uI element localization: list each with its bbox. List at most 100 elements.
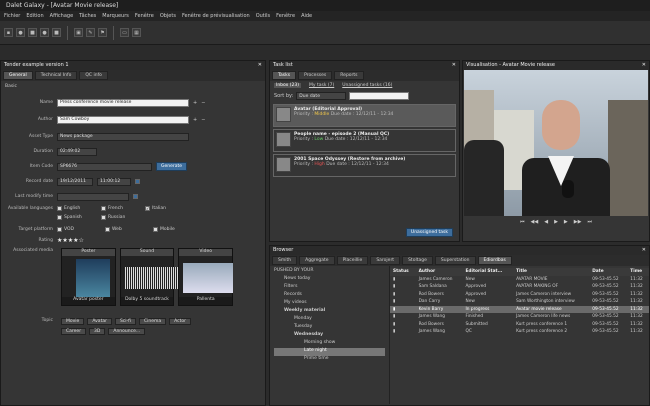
play-icon[interactable]: ▶ xyxy=(554,219,558,225)
tab-qc-info[interactable]: QC info xyxy=(79,71,108,80)
record-date-field[interactable]: 19/12/2011 xyxy=(57,177,93,186)
topic-chip[interactable]: Cinema xyxy=(138,318,167,325)
unassign-task-button[interactable]: Unassigned task xyxy=(405,228,453,237)
tab-reports[interactable]: Reports xyxy=(334,71,364,80)
topic-chip[interactable]: Career xyxy=(61,328,87,335)
rewind-icon[interactable]: ◀◀ xyxy=(531,219,539,225)
platform-web-radio[interactable]: Web xyxy=(105,227,149,232)
grid-icon[interactable]: ▦ xyxy=(132,28,141,37)
tab-processes[interactable]: Processes xyxy=(298,71,333,80)
tab-technical-info[interactable]: Technical Info xyxy=(34,71,78,80)
task-item[interactable]: People name - episode 2 (Manual QC) Prior… xyxy=(273,129,456,152)
stop-icon[interactable]: ■ xyxy=(52,28,61,37)
topic-chip[interactable]: Actor xyxy=(169,318,191,325)
task-item[interactable]: Avatar (Editorial Approval) Priority : Mi… xyxy=(273,104,456,127)
calendar-icon[interactable] xyxy=(133,194,138,199)
menu-item[interactable]: Fenêtre xyxy=(276,13,295,19)
platform-mobile-radio[interactable]: Mobile xyxy=(153,227,197,232)
tab-general[interactable]: General xyxy=(3,71,33,80)
menu-item[interactable]: Marqueurs xyxy=(102,13,129,19)
close-icon[interactable]: ✕ xyxy=(452,62,456,69)
menu-item[interactable]: Affichage xyxy=(50,13,74,19)
tree-item[interactable]: Weekly material xyxy=(274,308,385,316)
tab-browser-6[interactable]: Superstation xyxy=(434,256,476,265)
tree-item[interactable]: My videos xyxy=(274,300,385,308)
media-poster[interactable]: Poster Avatar poster xyxy=(61,248,116,306)
section-basic[interactable]: Basic xyxy=(1,81,265,93)
asset-type-select[interactable]: News package xyxy=(57,132,189,141)
minus-icon[interactable]: − xyxy=(201,117,205,123)
duration-field[interactable]: 02:49:02 xyxy=(57,147,97,156)
fast-forward-icon[interactable]: ▶▶ xyxy=(574,219,582,225)
capture-icon[interactable]: ▣ xyxy=(74,28,83,37)
plus-icon[interactable]: + xyxy=(193,117,197,123)
tab-browser-1[interactable]: Smith xyxy=(272,256,298,265)
table-row[interactable]: ▮ James Cameron New AVATAR MOVIE 09-53-45.52… xyxy=(390,276,649,284)
record-icon[interactable]: ● xyxy=(40,28,49,37)
generate-button[interactable]: Generate xyxy=(156,162,188,171)
platform-vod-radio[interactable]: VOD xyxy=(57,227,101,232)
lang-french-checkbox[interactable]: French xyxy=(101,206,145,211)
search-input[interactable] xyxy=(349,92,410,100)
menu-item[interactable]: Fichier xyxy=(4,13,20,19)
tree-item[interactable]: Filters xyxy=(274,284,385,292)
menu-item[interactable]: Aide xyxy=(301,13,312,19)
table-row[interactable]: ▮ Rod Bowers Submitted Kurt press conferenc… xyxy=(390,321,649,329)
table-row[interactable]: ▮ James Wang Finished James Cameron life ne… xyxy=(390,313,649,321)
menu-item[interactable]: Outils xyxy=(256,13,270,19)
media-video[interactable]: Video Pallenta xyxy=(178,248,233,306)
topic-chip[interactable]: Avatar xyxy=(87,318,112,325)
col-header[interactable]: Author xyxy=(415,268,463,276)
tab-browser-2[interactable]: Aggregate xyxy=(299,256,335,265)
tree-item[interactable]: Tuesday xyxy=(274,324,385,332)
topic-chip[interactable]: Movie xyxy=(61,318,85,325)
topic-chip[interactable]: Announce... xyxy=(108,328,146,335)
next-frame-icon[interactable]: ▶ xyxy=(564,219,568,225)
name-field[interactable]: Press conference movie release xyxy=(57,98,189,107)
save-icon[interactable]: ■ xyxy=(28,28,37,37)
sort-select[interactable]: Due date xyxy=(296,92,347,100)
tree-item[interactable]: Prime time xyxy=(274,356,385,364)
calendar-icon[interactable] xyxy=(135,179,140,184)
lang-spanish-checkbox[interactable]: Spanish xyxy=(57,215,101,220)
tab-browser-3[interactable]: Placeillie xyxy=(336,256,369,265)
skip-forward-icon[interactable]: ⏭ xyxy=(587,219,592,225)
last-modify-field[interactable] xyxy=(57,192,129,201)
tab-tasks[interactable]: Tasks xyxy=(272,71,297,80)
tree-item[interactable]: News today xyxy=(274,276,385,284)
tree-item[interactable]: Morning show xyxy=(274,340,385,348)
task-item[interactable]: 2001 Space Odyssey (Restore from archive… xyxy=(273,154,456,177)
tree-item[interactable]: Records xyxy=(274,292,385,300)
col-header[interactable]: Title xyxy=(513,268,590,276)
lang-italian-checkbox[interactable]: ✓ Italian xyxy=(145,206,189,211)
edit-icon[interactable]: ✎ xyxy=(86,28,95,37)
table-row[interactable]: ▮ Dan Carry New Sam Worthington interview 09… xyxy=(390,298,649,306)
tree-item[interactable]: PUSHED BY YOUR xyxy=(274,268,385,276)
video-preview[interactable] xyxy=(464,70,648,216)
record-time-field[interactable]: 11:00:12 xyxy=(97,177,131,186)
menu-item[interactable]: Tâches xyxy=(79,13,96,19)
col-header[interactable]: Status xyxy=(390,268,416,276)
tab-browser-7[interactable]: Ediordbas xyxy=(477,256,512,265)
monitor-icon[interactable]: ▭ xyxy=(120,28,129,37)
tab-unassigned[interactable]: Unassigned tasks (16) xyxy=(342,83,392,88)
skip-back-icon[interactable]: ⏮ xyxy=(520,219,525,225)
minus-icon[interactable]: − xyxy=(201,100,205,106)
col-header[interactable]: Editorial Stat... xyxy=(462,268,514,276)
item-code-field[interactable]: SP6676 xyxy=(57,162,152,171)
plus-icon[interactable]: + xyxy=(193,100,197,106)
rating-stars[interactable]: ★★★★☆ xyxy=(57,237,84,244)
col-header[interactable]: Time xyxy=(627,268,649,276)
table-row[interactable]: ▮ Rod Bowers Approved James Cameron intervi… xyxy=(390,291,649,299)
menu-item[interactable]: Fenêtre xyxy=(135,13,154,19)
new-icon[interactable]: ▪ xyxy=(4,28,13,37)
media-sound[interactable]: Sound Dolby 5 soundtrack xyxy=(119,248,179,306)
tab-browser-5[interactable]: Stoltage xyxy=(402,256,433,265)
close-icon[interactable]: ✕ xyxy=(642,62,646,69)
table-row[interactable]: ▮ Sam Saldana Approved AVATAR MAKING OF 09-5… xyxy=(390,283,649,291)
tree-item[interactable]: Wednesday xyxy=(274,332,385,340)
author-field[interactable]: Sam Cowboy xyxy=(57,115,189,124)
menu-item[interactable]: Fenêtre de prévisualisation xyxy=(182,13,250,19)
flag-icon[interactable]: ⚑ xyxy=(98,28,107,37)
open-icon[interactable]: ● xyxy=(16,28,25,37)
